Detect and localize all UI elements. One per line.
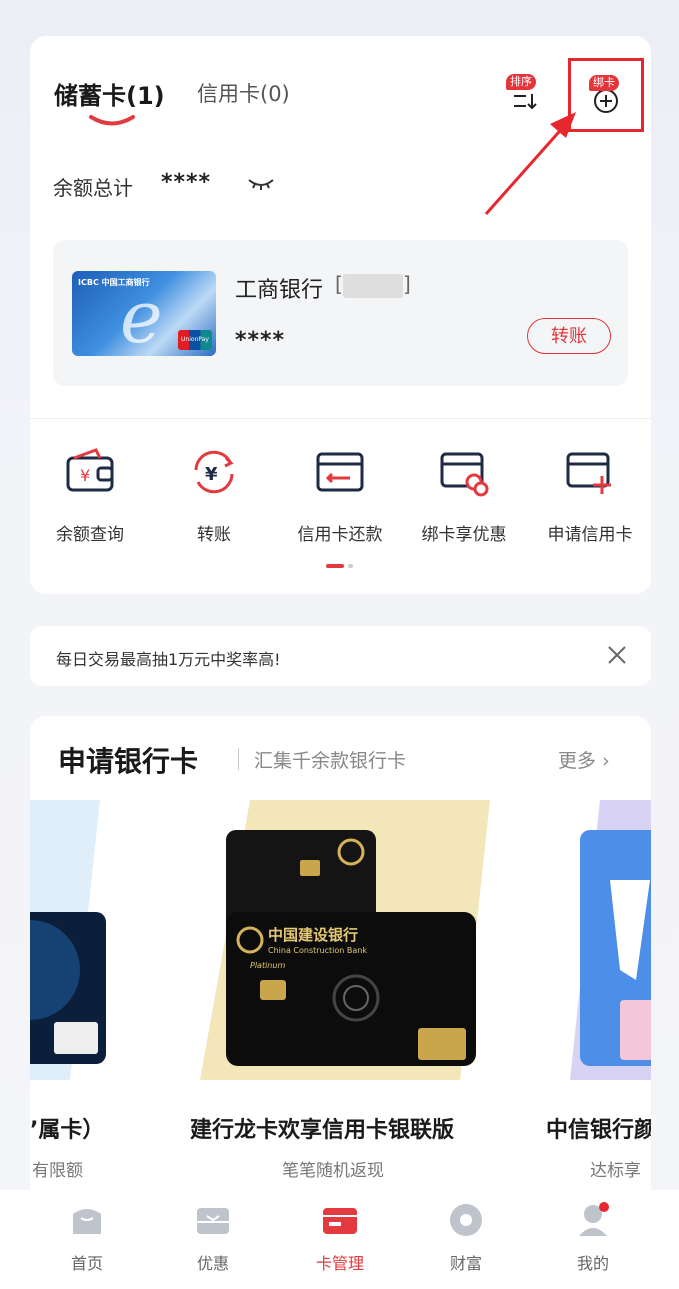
tab-debit-card[interactable]: 储蓄卡(1) xyxy=(54,76,165,111)
card-offer-subtitle: 达标享 xyxy=(590,1161,641,1181)
page-indicator xyxy=(326,564,353,568)
more-label: 更多 xyxy=(558,750,597,772)
bank-card-item[interactable]: ICBC 中国工商银行 e UnionPay 银联 工商银行 [ ] **** … xyxy=(53,240,628,386)
card-balance-masked: **** xyxy=(235,328,286,353)
transfer-yuan-icon: ¥ xyxy=(194,450,234,494)
nav-profile[interactable]: 我的 xyxy=(548,1202,638,1274)
card-add-icon xyxy=(566,452,611,494)
tab-credit-card[interactable]: 信用卡(0) xyxy=(197,78,290,108)
quick-action-repay[interactable]: 信用卡还款 xyxy=(280,446,400,545)
card-repay-icon xyxy=(316,452,364,492)
profile-icon xyxy=(579,1202,609,1236)
wallet-yuan-icon: ¥ xyxy=(66,448,114,492)
svg-text:¥: ¥ xyxy=(205,464,218,485)
section-subtitle: 汇集千余款银行卡 xyxy=(254,750,407,772)
active-tab-indicator xyxy=(89,115,135,126)
ccb-card-bank-text: 中国建设银行 xyxy=(268,926,358,944)
nav-label: 财富 xyxy=(449,1254,482,1273)
annotation-arrow xyxy=(484,112,576,215)
card-offer-subtitle: 有限额 xyxy=(32,1161,83,1181)
nav-coupon[interactable]: 优惠 xyxy=(168,1202,258,1274)
nav-home[interactable]: 首页 xyxy=(42,1202,132,1274)
more-link[interactable]: 更多 › xyxy=(558,746,610,773)
promo-banner[interactable]: 每日交易最高抽1万元中奖率高! xyxy=(30,626,651,686)
quick-action-balance[interactable]: ¥ 余额查询 xyxy=(30,446,150,545)
quick-action-transfer[interactable]: ¥ 转账 xyxy=(154,446,274,545)
eye-closed-icon[interactable] xyxy=(246,174,276,194)
card-manage-icon xyxy=(323,1208,357,1234)
home-icon xyxy=(73,1209,101,1234)
sort-badge: 排序 xyxy=(506,74,536,90)
balance-label: 余额总计 xyxy=(53,176,133,200)
card-number-bracket-left: [ xyxy=(335,272,343,296)
card-link-icon xyxy=(440,452,489,497)
section-title: 申请银行卡 xyxy=(58,745,199,778)
nav-wealth[interactable]: 财富 xyxy=(421,1202,511,1274)
unionpay-logo: UnionPay 银联 xyxy=(178,330,212,350)
ccb-card-bank-en: China Construction Bank xyxy=(268,946,367,955)
nav-card-manage[interactable]: 卡管理 xyxy=(295,1202,385,1274)
add-circle-icon xyxy=(594,89,618,113)
promo-text: 每日交易最高抽1万元中奖率高! xyxy=(56,650,281,669)
card-number-mask xyxy=(343,274,403,298)
nav-label: 优惠 xyxy=(196,1254,229,1273)
card-offer-image-citic[interactable] xyxy=(540,800,651,1080)
quick-action-label: 绑卡享优惠 xyxy=(421,525,507,545)
card-offer-title: 中信银行颜 xyxy=(546,1118,651,1143)
card-offer-image-ccb[interactable]: 中国建设银行 China Construction Bank Platinum xyxy=(180,800,500,1080)
nav-label: 首页 xyxy=(70,1254,103,1273)
quick-action-bind-discount[interactable]: 绑卡享优惠 xyxy=(404,446,524,545)
transfer-button[interactable]: 转账 xyxy=(527,318,611,354)
ccb-card-tier: Platinum xyxy=(250,961,285,970)
wealth-icon xyxy=(450,1204,482,1236)
quick-action-apply-credit[interactable]: 申请信用卡 xyxy=(530,446,650,545)
card-offer-title: ʼ属卡） xyxy=(30,1118,105,1143)
bank-name: 工商银行 xyxy=(235,278,324,303)
card-number-bracket-right: ] xyxy=(403,272,411,296)
svg-text:¥: ¥ xyxy=(80,466,90,485)
card-offer-image-left[interactable] xyxy=(30,800,130,1080)
chevron-right-icon: › xyxy=(602,750,610,772)
icbc-card-image: ICBC 中国工商银行 e UnionPay 银联 xyxy=(72,271,216,356)
quick-action-label: 余额查询 xyxy=(56,525,124,545)
quick-action-label: 转账 xyxy=(197,525,231,545)
quick-action-label: 信用卡还款 xyxy=(297,525,383,545)
nav-label: 我的 xyxy=(576,1254,609,1273)
close-icon[interactable] xyxy=(606,644,628,666)
coupon-icon xyxy=(197,1208,229,1234)
card-carousel[interactable]: ʼ属卡） 有限额 中国建设银行 China Construction Bank … xyxy=(30,800,651,1200)
bottom-navigation: 首页 优惠 卡管理 财富 我的 xyxy=(0,1190,679,1289)
card-offer-subtitle: 笔笔随机返现 xyxy=(282,1161,384,1181)
quick-action-label: 申请信用卡 xyxy=(547,525,633,545)
title-separator xyxy=(238,748,239,770)
card-e-logo: e xyxy=(120,275,163,356)
balance-value: **** xyxy=(161,170,212,195)
card-offer-title: 建行龙卡欢享信用卡银联版 xyxy=(190,1118,455,1143)
nav-label: 卡管理 xyxy=(315,1254,364,1273)
bind-badge: 绑卡 xyxy=(589,75,619,91)
divider xyxy=(30,418,651,419)
